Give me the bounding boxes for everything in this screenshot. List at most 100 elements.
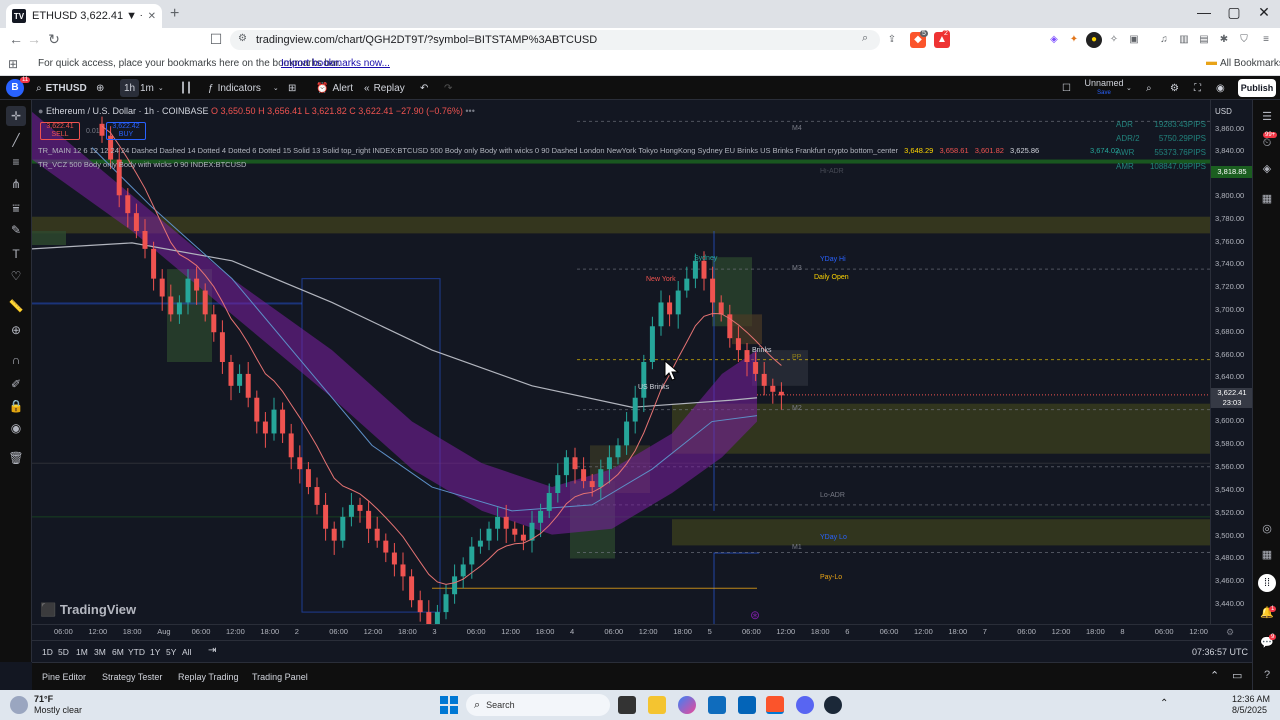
tab-replay-trading[interactable]: Replay Trading	[178, 672, 239, 682]
lock-drawing-icon[interactable]: ✐	[6, 374, 26, 394]
all-bookmarks[interactable]: All Bookmarks	[1220, 58, 1280, 69]
watchlist-icon[interactable]: ☰	[1258, 108, 1276, 126]
quick-search-button[interactable]: ⌕	[1146, 79, 1152, 97]
tab-pine-editor[interactable]: Pine Editor	[42, 672, 86, 682]
extension-4-icon[interactable]: ✧	[1106, 32, 1122, 48]
trend-line-icon[interactable]: ╱	[6, 130, 26, 150]
leo-ai-icon[interactable]: ✱	[1216, 32, 1232, 48]
file-explorer-icon[interactable]	[648, 696, 666, 714]
magnet-icon[interactable]: ∩	[6, 350, 26, 370]
address-bar[interactable]: ⚙ tradingview.com/chart/QGH2DT9T/?symbol…	[230, 30, 880, 50]
indicator-row-vcz[interactable]: TR_VCZ 500 Body only Body with wicks 0 9…	[38, 160, 246, 169]
sell-button[interactable]: 3,622.41 SELL	[40, 122, 80, 140]
outlook-icon[interactable]	[738, 696, 756, 714]
settings-button[interactable]: ⚙	[1170, 79, 1179, 97]
replay-button[interactable]: « Replay	[364, 79, 405, 97]
pitchfork-icon[interactable]: ⋔	[6, 174, 26, 194]
time-axis[interactable]: 06:00 12:00 18:00 Aug 06:00 12:00 18:00 2 06:00 1…	[32, 624, 1252, 640]
eye-icon[interactable]: ◉	[6, 418, 26, 438]
target-icon[interactable]: ◎	[1258, 520, 1276, 538]
layout-button[interactable]: ☐	[1062, 79, 1071, 97]
collapse-panel-icon[interactable]: ⌃	[1210, 669, 1219, 682]
extension-5-icon[interactable]: ▣	[1126, 32, 1142, 48]
help-icon[interactable]: ?	[1258, 666, 1276, 684]
taskbar-search[interactable]: ⌕ Search	[466, 694, 610, 716]
copilot-icon[interactable]	[678, 696, 696, 714]
range-button-3m[interactable]: 3M	[94, 647, 106, 657]
tab-strategy-tester[interactable]: Strategy Tester	[102, 672, 162, 682]
tab-trading-panel[interactable]: Trading Panel	[252, 672, 308, 682]
fib-icon[interactable]: ⩸	[6, 198, 26, 218]
zoom-in-icon[interactable]: ⊕	[6, 320, 26, 340]
templates-button[interactable]: ⊞	[288, 79, 296, 97]
ruler-icon[interactable]: 📏	[6, 296, 26, 316]
legend-symbol-row[interactable]: ● Ethereum / U.S. Dollar · 1h · COINBASE…	[38, 106, 475, 116]
window-close-icon[interactable]: ✕	[1246, 4, 1280, 21]
tray-chevron-icon[interactable]: ⌃	[1160, 698, 1168, 709]
calendar-icon[interactable]: ▦	[1258, 190, 1276, 208]
crosshair-icon[interactable]: ✛	[6, 106, 26, 126]
start-windows-icon[interactable]	[440, 696, 458, 714]
import-bookmarks-link[interactable]: Import bookmarks now...	[281, 58, 390, 69]
fullscreen-button[interactable]: ⛶	[1194, 79, 1201, 97]
metamask-icon[interactable]: ✦	[1066, 32, 1082, 48]
range-button-all[interactable]: All	[182, 647, 191, 657]
price-axis[interactable]: USD 3,860.00 3,840.00 3,800.00 3,780.00 3,76…	[1210, 100, 1253, 624]
range-button-5d[interactable]: 5D	[58, 647, 69, 657]
range-button-1d[interactable]: 1D	[42, 647, 53, 657]
wallet-icon[interactable]: ▤	[1196, 32, 1212, 48]
share-icon[interactable]: ⇪	[884, 32, 900, 48]
redo-button[interactable]: ↷	[444, 79, 452, 97]
horizontal-lines-icon[interactable]: ≡	[6, 152, 26, 172]
zoom-search-icon[interactable]: ⌕	[862, 32, 868, 45]
store-icon[interactable]	[708, 696, 726, 714]
new-tab-button[interactable]: +	[170, 5, 179, 23]
extension-1-icon[interactable]: ◈	[1046, 32, 1062, 48]
range-button-5y[interactable]: 5Y	[166, 647, 176, 657]
sidebar-icon[interactable]: ▥	[1176, 32, 1192, 48]
buy-button[interactable]: 3,622.42 BUY	[106, 122, 146, 140]
indicators-button[interactable]: ƒ Indicators ⌄	[208, 79, 279, 97]
menu-icon[interactable]: ≡	[1258, 32, 1274, 48]
brush-icon[interactable]: ✎	[6, 220, 26, 240]
layout-name-button[interactable]: Unnamed Save	[1082, 78, 1126, 98]
eye-toggle-icon[interactable]: ●	[38, 106, 43, 116]
taskbar-date[interactable]: 8/5/2025	[1232, 705, 1267, 715]
back-icon[interactable]: ←	[6, 31, 26, 49]
interval-1h-button[interactable]: 1h	[120, 79, 140, 97]
browser-tab[interactable]: TV ETHUSD 3,622.41 ▼ −2.65% Uni ✕	[6, 4, 162, 28]
media-icon[interactable]: ♫	[1156, 32, 1172, 48]
heart-icon[interactable]: ♡	[6, 266, 26, 286]
apps-dots-icon[interactable]: ⁞⁞	[1258, 574, 1276, 592]
symbol-search-button[interactable]: ⌕ ETHUSD	[36, 79, 87, 97]
range-button-1y[interactable]: 1Y	[150, 647, 160, 657]
chart-canvas[interactable]: ● Ethereum / U.S. Dollar · 1h · COINBASE…	[32, 100, 1210, 624]
task-view-icon[interactable]	[618, 696, 636, 714]
compare-symbol-button[interactable]: ⊕	[96, 79, 104, 97]
chart-type-button[interactable]: ┃┃	[180, 79, 192, 97]
replay-scroll-icon[interactable]: ⊛	[750, 608, 760, 622]
publish-button[interactable]: Publish	[1238, 79, 1276, 97]
layers-icon[interactable]: ◈	[1258, 160, 1276, 178]
alert-button[interactable]: ⏰ Alert	[316, 79, 353, 97]
interval-1m-button[interactable]: 1m ⌄	[140, 79, 164, 97]
vpn-icon[interactable]: ⛉	[1236, 32, 1252, 48]
brave-browser-icon[interactable]	[766, 696, 784, 714]
range-button-ytd[interactable]: YTD	[128, 647, 145, 657]
price-chart-svg[interactable]	[32, 100, 1210, 624]
utc-clock[interactable]: 07:36:57 UTC	[1192, 647, 1248, 657]
calendar-2-icon[interactable]: ▦	[1258, 546, 1276, 564]
weather-icon[interactable]	[10, 696, 28, 714]
steam-icon[interactable]	[824, 696, 842, 714]
range-button-1m[interactable]: 1M	[76, 647, 88, 657]
bookmark-icon[interactable]: ☐	[206, 31, 226, 49]
goto-date-icon[interactable]: ⇥	[208, 645, 216, 656]
time-axis-settings-icon[interactable]: ⚙	[1226, 627, 1234, 638]
extension-3-icon[interactable]: ●	[1086, 32, 1102, 48]
tab-close-icon[interactable]: ✕	[148, 11, 156, 22]
snapshot-button[interactable]: ◉	[1216, 79, 1225, 97]
reload-icon[interactable]: ↻	[44, 31, 64, 49]
discord-icon[interactable]	[796, 696, 814, 714]
indicator-row-main[interactable]: TR_MAIN 12 6 12 12 24 24 Dashed Dashed 1…	[38, 146, 1039, 155]
more-icon[interactable]: •••	[465, 106, 474, 116]
